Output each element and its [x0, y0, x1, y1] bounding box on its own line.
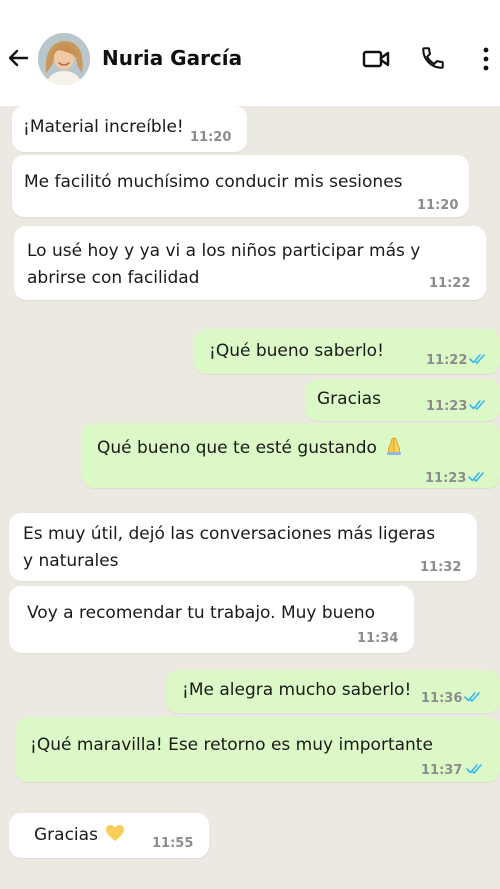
message-incoming[interactable]: Me facilitó muchísimo conducir mis sesio…	[12, 155, 469, 217]
read-receipt-icon	[466, 764, 482, 774]
message-time: 11:20	[190, 130, 232, 145]
message-time: 11:22	[426, 353, 468, 368]
read-receipt-icon	[468, 472, 484, 482]
back-arrow-icon[interactable]	[6, 46, 30, 70]
message-text: ¡Me alegra mucho saberlo!	[182, 680, 412, 700]
message-text-line2: y naturales	[23, 551, 119, 571]
message-outgoing[interactable]: ¡Me alegra mucho saberlo! 11:36	[166, 670, 500, 713]
message-outgoing[interactable]: ¡Qué maravilla! Ese retorno es muy impor…	[16, 717, 500, 782]
chat-header: Nuria García	[0, 0, 500, 106]
message-text: Qué bueno que te esté gustando	[97, 435, 404, 462]
message-time: 11:55	[152, 836, 194, 851]
video-call-icon[interactable]	[362, 48, 390, 70]
message-incoming[interactable]: Gracias 11:55	[9, 813, 209, 858]
message-time: 11:36	[421, 691, 463, 706]
avatar-image	[38, 33, 90, 85]
message-time: 11:32	[420, 560, 462, 575]
message-outgoing[interactable]: Gracias 11:23	[305, 379, 500, 421]
message-text: ¡Qué maravilla! Ese retorno es muy impor…	[30, 735, 433, 755]
message-incoming[interactable]: Lo usé hoy y ya vi a los niños participa…	[14, 226, 486, 300]
more-vert-icon[interactable]	[482, 46, 490, 72]
message-incoming[interactable]: Voy a recomendar tu trabajo. Muy bueno 1…	[9, 586, 414, 653]
message-time: 11:20	[417, 198, 459, 213]
message-time: 11:23	[425, 471, 467, 486]
phone-icon[interactable]	[420, 45, 446, 71]
read-receipt-icon	[469, 354, 485, 364]
message-outgoing[interactable]: Qué bueno que te esté gustando 11:23	[82, 423, 500, 488]
message-time: 11:34	[357, 631, 399, 646]
message-text-line1: Lo usé hoy y ya vi a los niños participa…	[27, 241, 421, 261]
message-incoming[interactable]: ¡Material increíble! 11:20	[12, 106, 247, 152]
message-text-line1: Es muy útil, dejó las conversaciones más…	[23, 524, 436, 544]
yellow-heart-emoji-icon	[106, 825, 125, 841]
read-receipt-icon	[464, 692, 480, 702]
message-outgoing[interactable]: ¡Qué bueno saberlo! 11:22	[194, 329, 500, 374]
message-time: 11:37	[421, 763, 463, 778]
message-text-content: Qué bueno que te esté gustando	[97, 438, 377, 458]
read-receipt-icon	[469, 400, 485, 410]
message-text: Gracias	[34, 822, 125, 849]
message-text: Voy a recomendar tu trabajo. Muy bueno	[27, 603, 376, 623]
contact-name[interactable]: Nuria García	[102, 46, 242, 70]
message-text: Gracias	[317, 389, 381, 409]
message-text-line2: abrirse con facilidad	[27, 268, 200, 288]
message-time: 11:23	[426, 399, 468, 414]
message-time: 11:22	[429, 276, 471, 291]
message-text: Me facilitó muchísimo conducir mis sesio…	[24, 172, 403, 192]
avatar[interactable]	[38, 33, 90, 85]
message-text: ¡Qué bueno saberlo!	[209, 341, 384, 361]
message-text: ¡Material increíble!	[23, 117, 184, 137]
folded-hands-emoji-icon	[387, 437, 402, 455]
message-list[interactable]: ¡Material increíble! 11:20 Me facilitó m…	[0, 106, 500, 889]
message-text-content: Gracias	[34, 825, 98, 845]
message-incoming[interactable]: Es muy útil, dejó las conversaciones más…	[9, 513, 477, 581]
